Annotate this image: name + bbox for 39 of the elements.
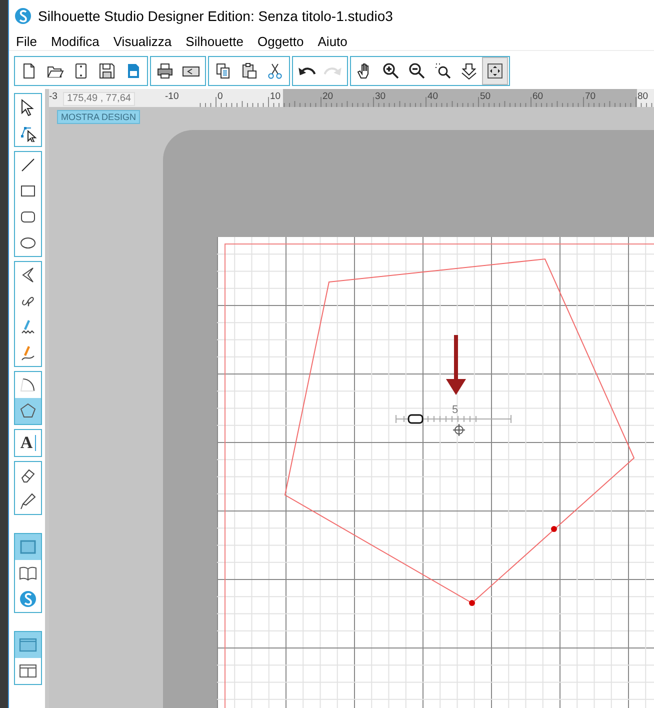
- window-title: Silhouette Studio Designer Edition: Senza titolo-1.studio3: [38, 8, 393, 24]
- menu-item[interactable]: File: [16, 34, 44, 48]
- slider-handle[interactable]: [408, 414, 424, 424]
- slider-value: 5: [452, 404, 458, 416]
- node-point[interactable]: [551, 526, 557, 532]
- zoom-in-icon: [382, 62, 400, 80]
- window-panel-icon: [19, 636, 37, 654]
- menu-item[interactable]: Silhouette: [186, 34, 250, 48]
- clipboard-icon: [240, 62, 258, 80]
- pentagon-icon: [19, 402, 37, 420]
- copy-icon: [214, 62, 232, 80]
- knife-icon: [19, 492, 37, 510]
- open-book-icon: [19, 564, 37, 582]
- menu-item[interactable]: Visualizza: [113, 34, 179, 48]
- crosshair-icon: [452, 424, 466, 436]
- line-icon: [19, 156, 37, 174]
- zoom-selection-icon: [434, 62, 452, 80]
- zoom-out-icon: [408, 62, 426, 80]
- scissors-icon: [266, 62, 284, 80]
- redo-icon: [324, 66, 342, 76]
- printer-icon: [156, 62, 174, 80]
- arrow-pointer: [446, 335, 466, 395]
- node-point[interactable]: [469, 600, 475, 606]
- split-panel-icon: [19, 662, 37, 680]
- arc-icon: [19, 376, 37, 394]
- menu-item[interactable]: Oggetto: [258, 34, 311, 48]
- node-edit-icon: [19, 124, 37, 142]
- coordinates-readout: 175,49 , 77,64: [63, 92, 135, 106]
- freehand-pen-icon: [19, 318, 37, 336]
- toolbar-button[interactable]: [483, 58, 507, 84]
- store-logo-icon: [19, 590, 37, 608]
- menu-item[interactable]: Modifica: [50, 34, 106, 48]
- menu-item[interactable]: Aiuto: [318, 34, 354, 48]
- app-logo-icon: [14, 7, 32, 25]
- fit-page-icon: [486, 62, 504, 80]
- smooth-pen-icon: [19, 344, 37, 362]
- undo-icon: [298, 66, 316, 76]
- tray-arrow-icon: [460, 62, 478, 80]
- design-page-icon: [19, 538, 37, 556]
